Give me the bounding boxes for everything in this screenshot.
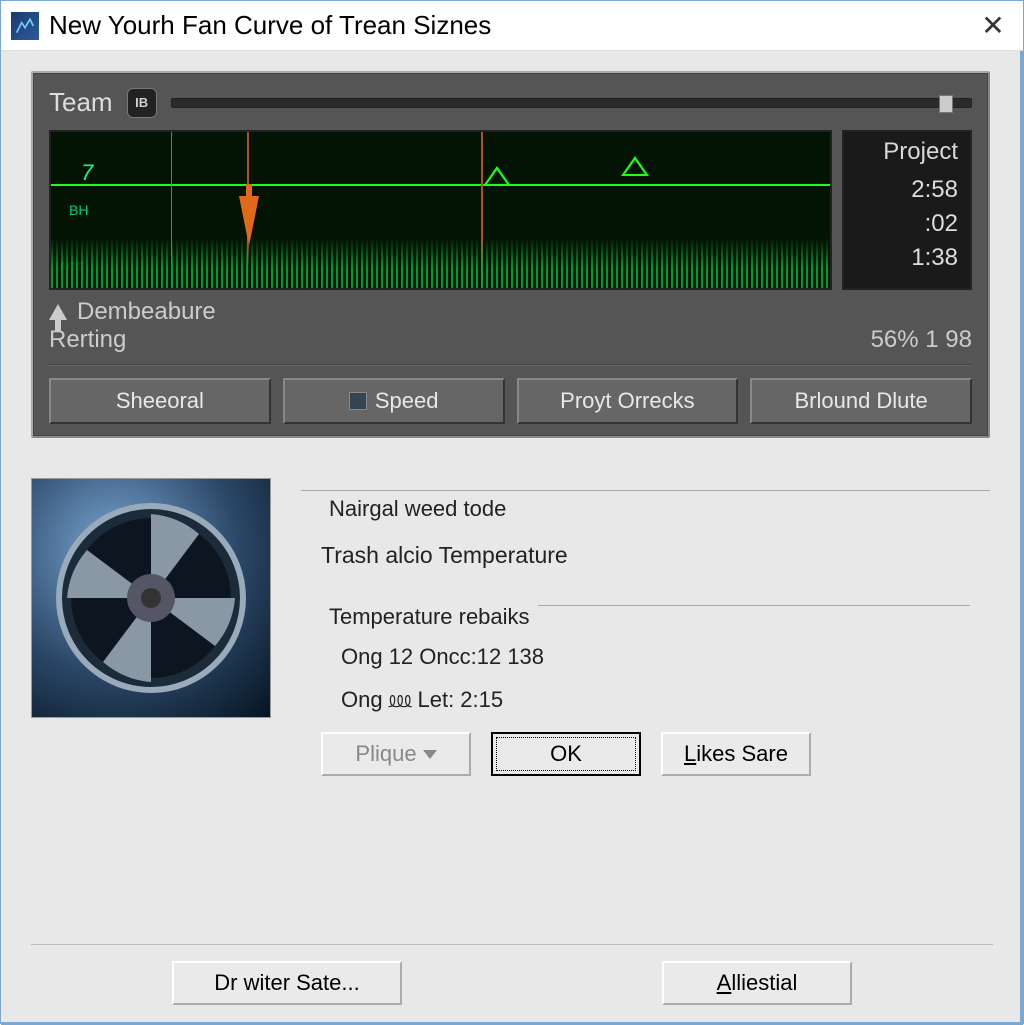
divider [49,364,972,366]
graph-axis-1: 7 [81,160,93,186]
fan-image [31,478,271,718]
tab-label: Proyt Orrecks [560,388,694,414]
monitor-header: Team IB [49,87,972,118]
tab-brlound-dlute[interactable]: Brlound Dlute [750,378,972,424]
dialog-window: New Yourh Fan Curve of Trean Siznes ✕ Te… [0,0,1024,1024]
alliestial-button[interactable]: Alliestial [662,961,852,1005]
fan-icon [51,498,251,698]
monitor-status-row: Dembeabure Rerting 56% 1 98 [49,298,972,354]
subgroup-title: Temperature rebaiks [321,604,538,630]
dr-witer-sate-button[interactable]: Dr witer Sate... [172,961,402,1005]
plique-dropdown[interactable]: Plique [321,732,471,776]
button-label: Alliestial [717,970,798,996]
tab-label: Speed [375,388,439,414]
dialog-body: Team IB 7 BH ACT [1,51,1023,1025]
ok-button[interactable]: OK [491,732,641,776]
peak-caret-icon [621,156,649,176]
status-right: 56% 1 98 [871,326,972,354]
tab-proyt-orrecks[interactable]: Proyt Orrecks [517,378,739,424]
monitor-panel: Team IB 7 BH ACT [31,71,990,438]
monitor-label: Team [49,87,113,118]
readout-value-3: 1:38 [911,244,958,272]
tab-speed[interactable]: Speed [283,378,505,424]
group-button-row: Plique OK Likes Sare [321,732,970,776]
peak-caret-icon [483,166,511,186]
readout-value-1: 2:58 [911,176,958,204]
window-title: New Yourh Fan Curve of Trean Siznes [49,10,963,41]
button-label: Plique [355,741,416,767]
readout-value-2: :02 [925,210,958,238]
graph-row: 7 BH ACT Project 2:58 :02 1:38 [49,130,972,290]
button-label: Dr witer Sate... [214,970,359,996]
settings-group: Nairgal weed tode Trash alcio Temperatur… [301,478,990,792]
readout-header: Project [883,138,958,166]
speed-icon [349,392,367,410]
graph-waveform [51,238,830,288]
tab-label: Brlound Dlute [794,388,927,414]
monitor-tabbar: Sheeoral Speed Proyt Orrecks Brlound Dlu… [49,378,972,424]
close-button[interactable]: ✕ [973,6,1013,46]
footer-button-row: Dr witer Sate... Alliestial [31,944,993,1005]
arrow-up-icon [49,304,67,320]
status-line-1: Dembeabure [77,298,216,326]
button-label: OK [550,741,582,767]
side-readout: Project 2:58 :02 1:38 [842,130,972,290]
graph-axis-2: BH [69,202,88,218]
close-icon: ✕ [981,9,1004,42]
graph-threshold-line [51,184,830,186]
lower-section: Nairgal weed tode Trash alcio Temperatur… [31,478,990,792]
status-line-2: Rerting [49,326,216,354]
temperature-row-2: Ong ⅏ Let: 2:15 [341,684,970,714]
tab-label: Sheeoral [116,388,204,414]
chevron-down-icon [423,750,437,759]
activity-graph[interactable]: 7 BH ACT [49,130,832,290]
group-title: Nairgal weed tode [321,496,514,522]
temperature-subgroup: Temperature rebaiks Ong 12 Oncc:12 138 O… [321,591,970,776]
likes-sare-button[interactable]: Likes Sare [661,732,811,776]
app-icon [11,12,39,40]
seek-slider[interactable] [171,98,972,108]
button-label: Likes Sare [684,741,788,767]
tab-sheeoral[interactable]: Sheeoral [49,378,271,424]
slider-thumb[interactable] [939,95,953,113]
group-row-1: Trash alcio Temperature [321,542,970,569]
temperature-row-1: Ong 12 Oncc:12 138 [341,644,970,670]
monitor-badge: IB [127,88,157,118]
titlebar: New Yourh Fan Curve of Trean Siznes ✕ [1,1,1023,51]
